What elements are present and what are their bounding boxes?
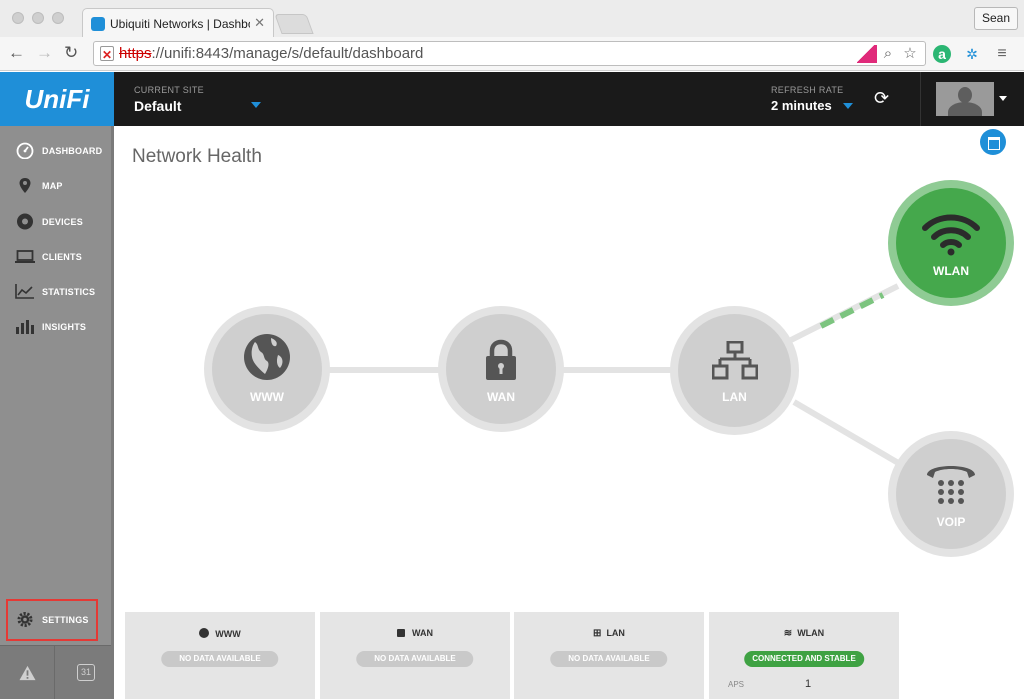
sidebar-item-clients[interactable]: CLIENTS [0, 239, 111, 274]
network-extension-icon[interactable]: ✲ [963, 45, 981, 63]
sidebar-item-dashboard[interactable]: DASHBOARD [0, 133, 111, 168]
sidebar-item-label: DASHBOARD [42, 146, 103, 156]
browser-toolbar: ← → ↻ https://unifi:8443/manage/s/defaul… [0, 37, 1024, 71]
node-wlan[interactable]: WLAN [888, 180, 1014, 306]
url-text: https://unifi:8443/manage/s/default/dash… [119, 45, 424, 62]
node-lan[interactable]: LAN [670, 306, 799, 435]
status-badge: NO DATA AVAILABLE [161, 651, 279, 667]
dashboard-icon [16, 142, 34, 159]
warning-icon [19, 665, 36, 681]
status-badge: NO DATA AVAILABLE [356, 651, 474, 667]
node-www-label: WWW [250, 390, 284, 404]
sidebar-item-label: SETTINGS [42, 615, 89, 625]
sidebar-footer: 31 [0, 645, 111, 699]
reload-icon[interactable]: ↻ [64, 43, 78, 63]
current-site-label: CURRENT SITE [134, 85, 204, 95]
node-wan-label: WAN [487, 390, 515, 404]
insecure-lock-icon[interactable] [100, 44, 114, 67]
link-lan-voip [792, 399, 902, 467]
zoom-icon[interactable]: ⌕ [879, 45, 897, 63]
card-title: WWW [125, 628, 315, 639]
bar-chart-icon [16, 320, 34, 334]
unifi-logo[interactable]: UniFi [0, 72, 114, 126]
app-header: UniFi CURRENT SITE Default REFRESH RATE … [0, 72, 1024, 126]
unifi-favicon-icon [91, 17, 105, 31]
sidebar-item-map[interactable]: MAP [0, 168, 111, 203]
wifi-icon: ≋ [783, 628, 793, 639]
grammarly-extension-icon[interactable]: a [933, 45, 951, 63]
site-chevron-down-icon[interactable] [251, 102, 261, 108]
gear-icon [17, 612, 33, 627]
dashboard-main: Network Health WWW WAN LAN WLAN VOIP WWW… [114, 126, 1024, 699]
node-www[interactable]: WWW [204, 306, 330, 432]
sidebar: DASHBOARD MAP DEVICES CLIENTS STATISTICS [0, 126, 114, 699]
menu-icon[interactable]: ≡ [993, 45, 1011, 63]
extension-flag-icon[interactable] [857, 45, 877, 63]
refresh-rate-value[interactable]: 2 minutes [771, 98, 832, 113]
globe-icon [244, 334, 290, 380]
card-lan[interactable]: ⊞ LAN NO DATA AVAILABLE [514, 612, 704, 699]
wifi-icon [922, 214, 980, 256]
sidebar-item-label: MAP [42, 181, 63, 191]
status-badge: CONNECTED AND STABLE [744, 651, 864, 667]
map-pin-icon [19, 178, 31, 193]
user-menu[interactable] [920, 72, 1024, 126]
card-www[interactable]: WWW NO DATA AVAILABLE [125, 612, 315, 699]
lock-icon [397, 629, 405, 637]
node-voip-label: VOIP [936, 515, 966, 529]
new-tab-button[interactable] [274, 14, 314, 34]
refresh-icon[interactable]: ⟳ [874, 88, 889, 109]
user-chevron-down-icon[interactable] [999, 96, 1007, 101]
sidebar-item-insights[interactable]: INSIGHTS [0, 309, 111, 344]
status-badge: NO DATA AVAILABLE [550, 651, 668, 667]
sidebar-item-label: INSIGHTS [42, 322, 87, 332]
address-bar[interactable]: https://unifi:8443/manage/s/default/dash… [93, 41, 926, 67]
card-wan[interactable]: WAN NO DATA AVAILABLE [320, 612, 510, 699]
forward-arrow-icon[interactable]: → [36, 43, 53, 63]
devices-icon [17, 213, 33, 230]
card-title: ≋ WLAN [783, 628, 825, 639]
network-hierarchy-icon: ⊞ [593, 628, 602, 639]
globe-icon [199, 628, 210, 638]
bookmark-star-icon[interactable]: ☆ [901, 45, 919, 63]
window-minimize-button[interactable] [32, 12, 44, 24]
sidebar-item-settings[interactable]: SETTINGS [0, 602, 111, 637]
calendar-day-text: 31 [80, 667, 91, 677]
tab-close-icon[interactable]: ✕ [254, 15, 265, 31]
sidebar-item-devices[interactable]: DEVICES [0, 204, 111, 239]
node-voip[interactable]: VOIP [888, 431, 1014, 557]
phone-icon [927, 466, 975, 504]
avatar[interactable] [936, 82, 994, 116]
laptop-icon [15, 250, 35, 263]
back-arrow-icon[interactable]: ← [8, 43, 25, 63]
tab-title: Ubiquiti Networks | Dashbo [110, 17, 250, 31]
sidebar-item-label: STATISTICS [42, 287, 96, 297]
window-close-button[interactable] [12, 12, 24, 24]
current-site-value[interactable]: Default [134, 98, 181, 114]
browser-titlebar: Ubiquiti Networks | Dashbo ✕ Sean [0, 0, 1024, 37]
node-wlan-label: WLAN [933, 264, 969, 278]
sidebar-item-label: DEVICES [42, 217, 83, 227]
line-chart-icon [15, 284, 34, 299]
events-button[interactable]: 31 [55, 646, 110, 699]
browser-tab[interactable]: Ubiquiti Networks | Dashbo ✕ [82, 8, 274, 37]
aps-label: APS [728, 680, 745, 689]
node-lan-label: LAN [722, 390, 747, 404]
lock-icon [486, 339, 516, 380]
refresh-chevron-down-icon[interactable] [843, 103, 853, 109]
node-wan[interactable]: WAN [438, 306, 564, 432]
aps-count: 1 [805, 678, 812, 690]
window-zoom-button[interactable] [52, 12, 64, 24]
profile-button[interactable]: Sean [973, 7, 1018, 30]
calendar-icon: 31 [77, 664, 95, 681]
card-title: WAN [320, 628, 510, 638]
refresh-rate-label: REFRESH RATE [771, 85, 844, 95]
network-hierarchy-icon [711, 341, 758, 380]
sidebar-item-label: CLIENTS [42, 252, 82, 262]
card-wlan[interactable]: ≋ WLAN CONNECTED AND STABLE APS 1 [709, 612, 899, 699]
card-title: ⊞ LAN [593, 628, 625, 639]
alerts-button[interactable] [0, 646, 55, 699]
sidebar-item-statistics[interactable]: STATISTICS [0, 274, 111, 309]
